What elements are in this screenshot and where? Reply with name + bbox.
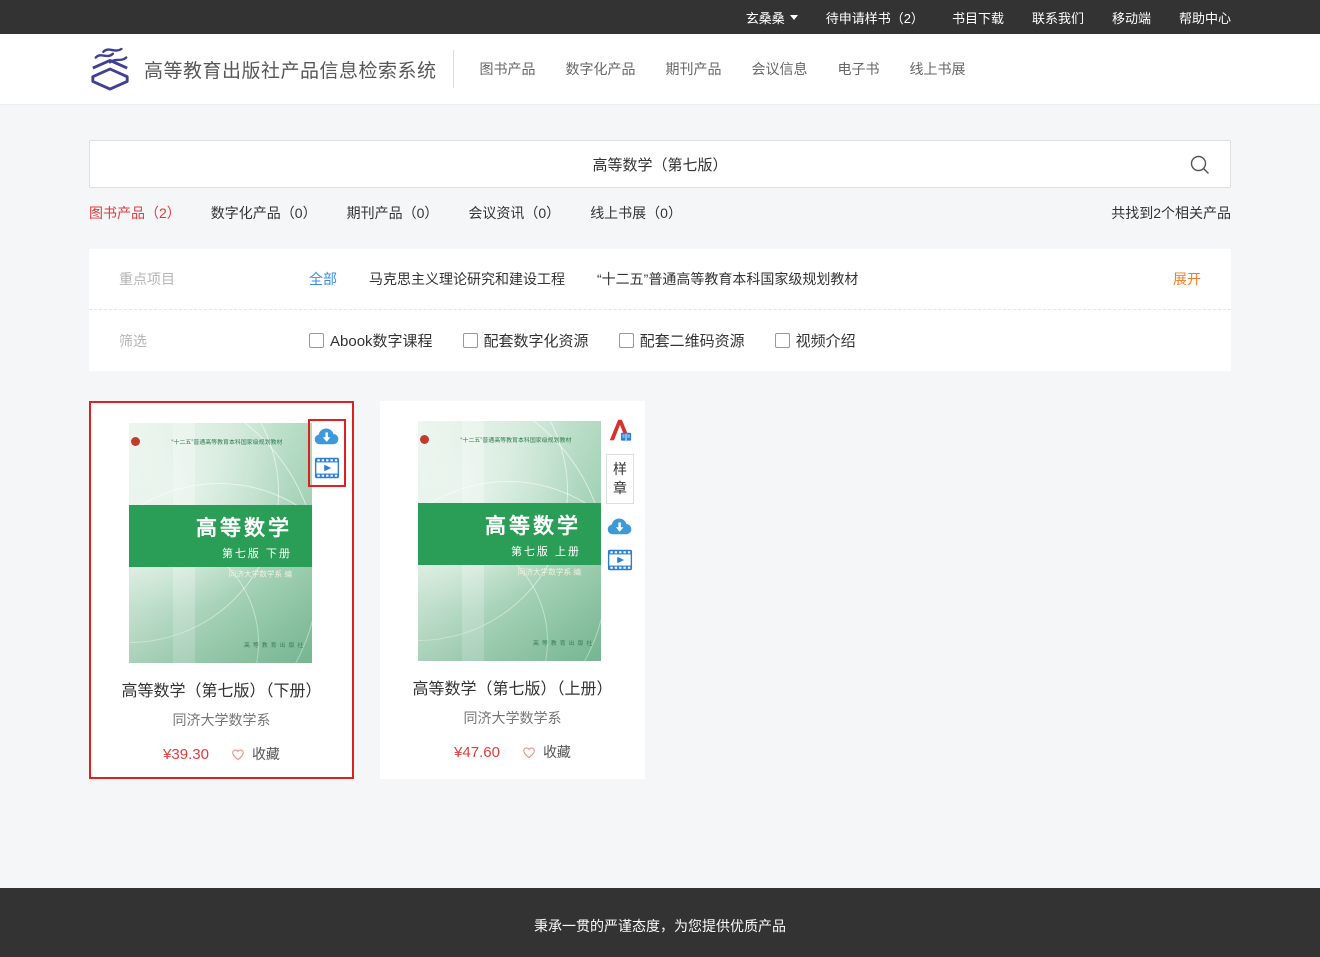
abook-course-icon[interactable] <box>607 417 633 443</box>
topbar-item-catalog-download[interactable]: 书目下载 <box>952 8 1004 27</box>
product-author: 同济大学数学系 <box>380 708 645 728</box>
series-badge-icon <box>131 437 140 446</box>
sift-row: 筛选 Abook数字课程 配套数字化资源 配套二维码资源 <box>89 310 1231 371</box>
video-play-icon[interactable] <box>314 455 340 481</box>
cover-title-band: 高等数学 第七版 下册 同济大学数学系 编 <box>129 505 312 567</box>
filter-option-marxism-project[interactable]: 马克思主义理论研究和建设工程 <box>369 269 565 289</box>
tab-online-book-fair[interactable]: 线上书展（0） <box>590 203 682 223</box>
search-bar <box>89 140 1231 188</box>
checkbox-digital-resources[interactable]: 配套数字化资源 <box>463 330 589 351</box>
checkbox-abook-course[interactable]: Abook数字课程 <box>309 330 433 351</box>
header-divider <box>453 50 454 88</box>
tab-journal-products[interactable]: 期刊产品（0） <box>347 203 439 223</box>
press-logo-icon[interactable] <box>89 45 131 93</box>
filter-option-all[interactable]: 全部 <box>309 269 337 289</box>
product-price: ¥47.60 <box>454 744 500 761</box>
topbar-item-sample-requests[interactable]: 待申请样书（2） <box>826 8 924 27</box>
topbar-item-mobile[interactable]: 移动端 <box>1112 8 1151 27</box>
filter-option-125-plan-textbook[interactable]: “十二五”普通高等教育本科国家级规划教材 <box>597 269 858 289</box>
result-count: 共找到2个相关产品 <box>1111 203 1231 223</box>
username: 玄桑桑 <box>746 8 785 27</box>
sample-chapter-button[interactable]: 样章 <box>606 454 634 504</box>
main-nav: 图书产品 数字化产品 期刊产品 会议信息 电子书 线上书展 <box>480 59 966 79</box>
nav-book-products[interactable]: 图书产品 <box>480 59 536 79</box>
filter-panel: 重点项目 全部 马克思主义理论研究和建设工程 “十二五”普通高等教育本科国家级规… <box>89 249 1231 371</box>
product-list: “十二五”普通高等教育本科国家级规划教材 高等数学 第七版 下册 同济大学数学系… <box>89 401 1231 779</box>
book-cover-volume1[interactable]: “十二五”普通高等教育本科国家级规划教材 高等数学 第七版 上册 同济大学数学系… <box>418 421 601 661</box>
product-author: 同济大学数学系 <box>91 710 352 730</box>
tab-digital-products[interactable]: 数字化产品（0） <box>211 203 317 223</box>
series-badge-icon <box>420 435 429 444</box>
header: 高等教育出版社产品信息检索系统 图书产品 数字化产品 期刊产品 会议信息 电子书… <box>0 34 1320 105</box>
tab-conference-news[interactable]: 会议资讯（0） <box>468 203 560 223</box>
nav-ebook[interactable]: 电子书 <box>838 59 880 79</box>
product-price: ¥39.30 <box>163 746 209 763</box>
favorite-button[interactable]: 收藏 <box>229 744 280 764</box>
tab-book-products[interactable]: 图书产品（2） <box>89 203 181 223</box>
nav-journal-products[interactable]: 期刊产品 <box>666 59 722 79</box>
digital-resources-checkbox[interactable] <box>463 333 478 348</box>
product-title[interactable]: 高等数学（第七版）（上册） <box>380 675 645 699</box>
book-cover-volume2[interactable]: “十二五”普通高等教育本科国家级规划教材 高等数学 第七版 下册 同济大学数学系… <box>129 423 312 663</box>
topbar-item-help-center[interactable]: 帮助中心 <box>1179 8 1231 27</box>
abook-course-checkbox[interactable] <box>309 333 324 348</box>
product-card-volume2[interactable]: “十二五”普通高等教育本科国家级规划教材 高等数学 第七版 下册 同济大学数学系… <box>89 401 354 779</box>
cover-series-line: “十二五”普通高等教育本科国家级规划教材 <box>129 435 312 448</box>
video-play-icon[interactable] <box>607 547 633 573</box>
price-row: ¥39.30 收藏 <box>91 744 352 764</box>
heart-outline-icon <box>520 743 538 761</box>
nav-digital-products[interactable]: 数字化产品 <box>566 59 636 79</box>
product-card-volume1[interactable]: “十二五”普通高等教育本科国家级规划教材 高等数学 第七版 上册 同济大学数学系… <box>380 401 645 779</box>
topbar: 玄桑桑 待申请样书（2） 书目下载 联系我们 移动端 帮助中心 <box>0 0 1320 34</box>
main-content: 图书产品（2） 数字化产品（0） 期刊产品（0） 会议资讯（0） 线上书展（0）… <box>0 105 1320 888</box>
price-row: ¥47.60 收藏 <box>380 742 645 762</box>
nav-online-book-fair[interactable]: 线上书展 <box>910 59 966 79</box>
user-menu[interactable]: 玄桑桑 <box>746 8 798 27</box>
result-tabs: 图书产品（2） 数字化产品（0） 期刊产品（0） 会议资讯（0） 线上书展（0）… <box>89 203 1231 223</box>
card-icon-column <box>307 419 347 487</box>
search-icon[interactable] <box>1188 153 1212 177</box>
topbar-item-contact-us[interactable]: 联系我们 <box>1032 8 1084 27</box>
heart-outline-icon <box>229 745 247 763</box>
qrcode-resources-checkbox[interactable] <box>619 333 634 348</box>
product-title[interactable]: 高等数学（第七版）（下册） <box>91 677 352 701</box>
key-project-row: 重点项目 全部 马克思主义理论研究和建设工程 “十二五”普通高等教育本科国家级规… <box>89 249 1231 310</box>
nav-conference-info[interactable]: 会议信息 <box>752 59 808 79</box>
chevron-down-icon <box>790 15 798 20</box>
favorite-button[interactable]: 收藏 <box>520 742 571 762</box>
cover-series-line: “十二五”普通高等教育本科国家级规划教材 <box>418 433 601 446</box>
sift-label: 筛选 <box>119 331 309 351</box>
footer-slogan: 秉承一贯的严谨态度，为您提供优质产品 <box>0 916 1320 936</box>
annotation-highlight-box <box>308 419 346 487</box>
footer: 秉承一贯的严谨态度，为您提供优质产品 <box>0 888 1320 957</box>
site-title: 高等教育出版社产品信息检索系统 <box>144 56 437 83</box>
cloud-download-icon[interactable] <box>606 515 634 536</box>
checkbox-qrcode-resources[interactable]: 配套二维码资源 <box>619 330 745 351</box>
key-project-label: 重点项目 <box>119 269 309 289</box>
cloud-download-icon[interactable] <box>313 425 341 446</box>
video-intro-checkbox[interactable] <box>775 333 790 348</box>
checkbox-video-intro[interactable]: 视频介绍 <box>775 330 856 351</box>
cover-title-band: 高等数学 第七版 上册 同济大学数学系 编 <box>418 503 601 565</box>
expand-button[interactable]: 展开 <box>1173 269 1201 289</box>
search-input[interactable] <box>90 141 1230 187</box>
card-icon-column: 样章 <box>600 417 640 573</box>
